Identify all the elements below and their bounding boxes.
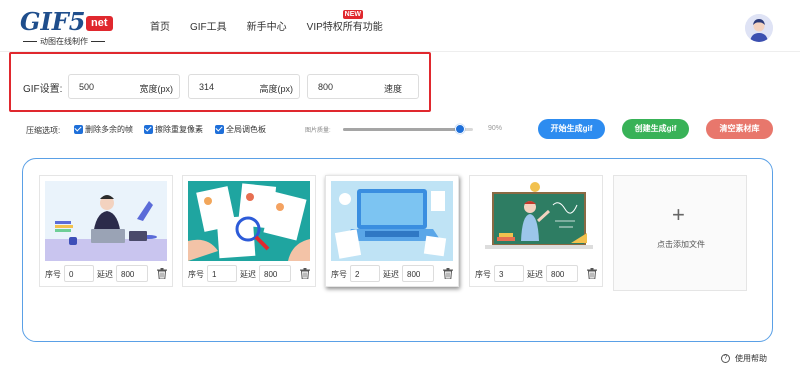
frames-workspace: 序号 0 延迟 800 序号 1 延迟 800 序号 2 延迟 800 序号 3…: [22, 158, 773, 342]
avatar-icon: [745, 14, 773, 42]
plus-icon: +: [672, 202, 685, 227]
quality-slider-thumb[interactable]: [455, 124, 465, 134]
frame-controls: 序号 3 延迟 800: [475, 265, 599, 283]
nav-all-features[interactable]: 所有功能: [343, 18, 383, 33]
delay-label: 延迟: [527, 270, 543, 279]
trash-icon[interactable]: [300, 268, 310, 279]
speed-field[interactable]: 800 速度: [307, 74, 419, 99]
height-value: 314: [199, 82, 215, 92]
trash-icon[interactable]: [587, 268, 597, 279]
delay-label: 延迟: [383, 270, 399, 279]
checkbox-label: 全局调色板: [226, 125, 266, 134]
compression-label: 压缩选项:: [26, 126, 61, 135]
checkbox-icon: [144, 125, 153, 134]
site-logo[interactable]: GIF5. net 动图在线制作: [20, 10, 120, 46]
height-unit: 高度(px): [259, 84, 294, 94]
question-icon: ?: [721, 354, 730, 363]
add-file-card[interactable]: + 点击添加文件: [613, 175, 747, 291]
delay-input[interactable]: 800: [402, 265, 434, 282]
delay-input[interactable]: 800: [116, 265, 148, 282]
index-input[interactable]: 3: [494, 265, 524, 282]
checkbox-label: 擦除重复像素: [155, 125, 203, 134]
logo-badge: net: [86, 16, 113, 31]
main-nav: 首页 GIF工具 新手中心 VIP特权 NEW 所有功能: [150, 10, 403, 33]
delay-input[interactable]: 800: [259, 265, 291, 282]
quality-value: 90%: [488, 125, 503, 132]
checkbox-label: 删除多余的帧: [85, 125, 133, 134]
frame-thumbnail: [475, 181, 597, 261]
frame-controls: 序号 1 延迟 800: [188, 265, 312, 283]
gif-settings-label: GIF设置:: [23, 84, 63, 95]
trash-icon[interactable]: [443, 268, 453, 279]
index-label: 序号: [188, 270, 204, 279]
frame-card[interactable]: 序号 3 延迟 800: [469, 175, 603, 287]
frame-card[interactable]: 序号 2 延迟 800: [325, 175, 459, 287]
delay-label: 延迟: [240, 270, 256, 279]
checkbox-erase-duplicates[interactable]: 擦除重复像素: [144, 124, 203, 135]
nav-vip-label: VIP特权: [306, 22, 343, 33]
frame-controls: 序号 0 延迟 800: [45, 265, 169, 283]
gif-settings-panel: GIF设置: 500 宽度(px) 314 高度(px) 800 速度: [9, 52, 431, 112]
user-avatar[interactable]: [745, 14, 773, 42]
speed-value: 800: [318, 82, 334, 92]
index-label: 序号: [331, 270, 347, 279]
quality-slider[interactable]: [343, 124, 473, 134]
height-field[interactable]: 314 高度(px): [188, 74, 300, 99]
frame-thumbnail: [188, 181, 310, 261]
index-label: 序号: [475, 270, 491, 279]
width-unit: 宽度(px): [139, 84, 174, 94]
checkbox-global-palette[interactable]: 全局调色板: [215, 124, 266, 135]
index-input[interactable]: 1: [207, 265, 237, 282]
start-generate-gif-button[interactable]: 开始生成gif: [538, 119, 605, 139]
quality-label: 图片质量:: [305, 128, 331, 134]
add-file-label: 点击添加文件: [657, 240, 705, 249]
speed-unit: 速度: [383, 84, 402, 94]
nav-vip[interactable]: VIP特权 NEW: [306, 10, 364, 33]
delay-input[interactable]: 800: [546, 265, 578, 282]
checkbox-icon: [74, 125, 83, 134]
nav-gif-tools[interactable]: GIF工具: [190, 18, 227, 33]
width-value: 500: [79, 82, 95, 92]
nav-home[interactable]: 首页: [150, 18, 170, 33]
quality-slider-fill: [343, 128, 460, 131]
clear-library-button[interactable]: 清空素材库: [706, 119, 773, 139]
index-input[interactable]: 2: [350, 265, 380, 282]
nav-beginner-center[interactable]: 新手中心: [247, 18, 287, 33]
logo-text: GIF5.: [20, 7, 94, 36]
delay-label: 延迟: [97, 270, 113, 279]
frame-card[interactable]: 序号 1 延迟 800: [182, 175, 316, 287]
logo-subtitle: 动图在线制作: [20, 36, 108, 47]
frame-card[interactable]: 序号 0 延迟 800: [39, 175, 173, 287]
frame-thumbnail: [331, 181, 453, 261]
help-label: 使用帮助: [735, 354, 767, 363]
help-link[interactable]: ? 使用帮助: [721, 353, 767, 364]
width-field[interactable]: 500 宽度(px): [68, 74, 180, 99]
top-header: GIF5. net 动图在线制作 首页 GIF工具 新手中心 VIP特权 NEW…: [0, 0, 800, 52]
checkbox-remove-frames[interactable]: 删除多余的帧: [74, 124, 133, 135]
checkbox-icon: [215, 125, 224, 134]
index-label: 序号: [45, 270, 61, 279]
index-input[interactable]: 0: [64, 265, 94, 282]
create-gif-button[interactable]: 创建生成gif: [622, 119, 689, 139]
frame-controls: 序号 2 延迟 800: [331, 265, 455, 283]
trash-icon[interactable]: [157, 268, 167, 279]
frame-thumbnail: [45, 181, 167, 261]
